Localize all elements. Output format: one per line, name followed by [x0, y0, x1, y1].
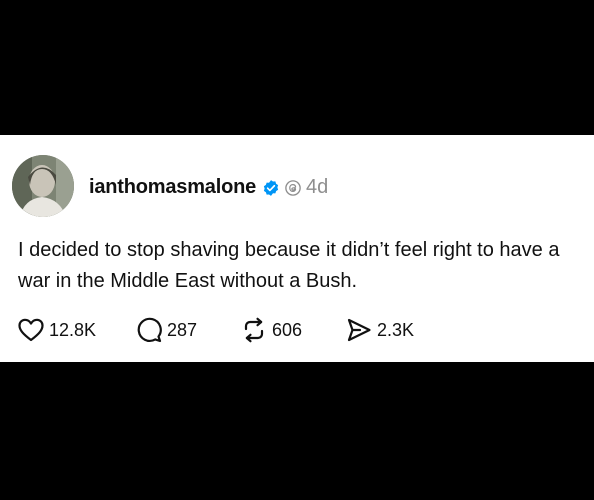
- comment-bubble-icon: [136, 317, 162, 343]
- post-timestamp: 4d: [306, 176, 329, 198]
- verified-badge-icon: [262, 179, 280, 197]
- post-header: ianthomasmalone 4d: [89, 176, 328, 199]
- share-button[interactable]: 2.3K: [346, 317, 414, 343]
- threads-logo-icon: [284, 179, 302, 197]
- repost-arrows-icon: [241, 317, 267, 343]
- avatar-photo: [12, 155, 74, 217]
- share-send-icon: [346, 317, 372, 343]
- like-button[interactable]: 12.8K: [18, 318, 136, 342]
- post-text: I decided to stop shaving because it did…: [18, 239, 560, 292]
- username[interactable]: ianthomasmalone: [89, 176, 256, 199]
- repost-button[interactable]: 606: [241, 317, 346, 343]
- avatar[interactable]: [12, 155, 74, 217]
- post-card: ianthomasmalone 4d I decided to stop sha…: [0, 135, 594, 362]
- share-count: 2.3K: [377, 319, 415, 340]
- heart-icon: [18, 318, 44, 342]
- reply-count: 287: [167, 319, 198, 340]
- like-count: 12.8K: [49, 319, 97, 340]
- action-bar: 12.8K 287 606 2.3K: [18, 317, 414, 343]
- repost-count: 606: [272, 319, 303, 340]
- reply-button[interactable]: 287: [136, 317, 241, 343]
